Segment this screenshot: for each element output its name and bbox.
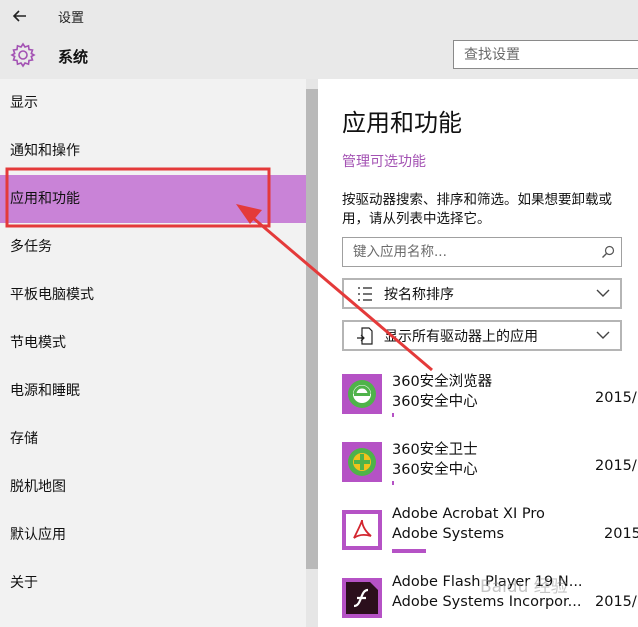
sidebar-item-power-sleep[interactable]: 电源和睡眠 [0, 367, 306, 415]
app-name: 360安全浏览器 [392, 374, 493, 390]
back-arrow-icon[interactable] [10, 6, 30, 26]
sidebar-item-storage[interactable]: 存储 [0, 415, 306, 463]
filter-drive-dropdown[interactable]: 显示所有驱动器上的应用 [342, 320, 622, 351]
adobe-acrobat-icon [342, 510, 382, 550]
sidebar-scrollbar-thumb[interactable] [306, 89, 318, 569]
description-text: 按驱动器搜索、排序和筛选。如果想要卸载或 用，请从列表中选择它。 [342, 192, 612, 227]
sort-list-icon [358, 287, 372, 301]
app-publisher: Adobe Systems [392, 526, 505, 542]
sidebar: 显示 通知和操作 应用和功能 多任务 平板电脑模式 节电模式 电源和睡眠 存储 … [0, 79, 318, 627]
settings-header: 系统 [0, 32, 638, 79]
baidu-watermark: Baidu 经验 [480, 577, 568, 597]
sort-dropdown-label: 按名称排序 [384, 287, 454, 303]
sidebar-item-offline-maps[interactable]: 脱机地图 [0, 463, 306, 511]
adobe-flash-icon [342, 578, 382, 618]
app-name: Adobe Acrobat XI Pro [392, 506, 545, 522]
sidebar-item-default-apps[interactable]: 默认应用 [0, 511, 306, 559]
sort-dropdown[interactable]: 按名称排序 [342, 278, 622, 309]
section-title: 系统 [58, 48, 89, 66]
manage-optional-features-link[interactable]: 管理可选功能 [342, 151, 426, 171]
page-title: 应用和功能 [342, 109, 462, 137]
gear-icon [10, 42, 36, 68]
settings-search-input[interactable] [454, 41, 624, 68]
sidebar-item-display[interactable]: 显示 [0, 79, 306, 127]
app-install-date: 2015/ [595, 594, 637, 610]
app-install-date: 2015/ [595, 458, 637, 474]
360-security-guard-icon [342, 442, 382, 482]
app-search-input[interactable] [343, 238, 593, 266]
title-bar: 设置 [0, 0, 638, 32]
sidebar-item-battery-saver[interactable]: 节电模式 [0, 319, 306, 367]
app-search-box[interactable] [342, 237, 622, 267]
app-list-item[interactable]: 360安全浏览器 360安全中心 2015/ [342, 370, 638, 430]
main-panel: 应用和功能 管理可选功能 按驱动器搜索、排序和筛选。如果想要卸载或 用，请从列表… [318, 79, 638, 627]
sidebar-item-notifications[interactable]: 通知和操作 [0, 127, 306, 175]
drive-filter-icon [357, 327, 373, 345]
app-size-bar [392, 413, 394, 417]
app-install-date: 2015 [604, 526, 638, 542]
app-list-item[interactable]: Adobe Acrobat XI Pro Adobe Systems 2015 [342, 506, 638, 566]
window-title: 设置 [58, 11, 85, 26]
chevron-down-icon [596, 289, 610, 297]
app-list-item[interactable]: 360安全卫士 360安全中心 2015/ [342, 438, 638, 498]
chevron-down-icon [596, 331, 610, 339]
sidebar-item-about[interactable]: 关于 [0, 559, 306, 607]
sidebar-item-tablet-mode[interactable]: 平板电脑模式 [0, 271, 306, 319]
sidebar-item-multitasking[interactable]: 多任务 [0, 223, 306, 271]
sidebar-item-apps-features[interactable]: 应用和功能 [0, 175, 306, 223]
filter-dropdown-label: 显示所有驱动器上的应用 [384, 329, 538, 345]
app-publisher: 360安全中心 [392, 394, 478, 410]
app-install-date: 2015/ [595, 390, 637, 406]
app-size-bar [392, 549, 426, 553]
settings-search-box[interactable] [453, 40, 638, 69]
app-name: 360安全卫士 [392, 442, 478, 458]
search-icon[interactable] [601, 245, 615, 259]
app-publisher: 360安全中心 [392, 462, 478, 478]
app-size-bar [392, 481, 394, 485]
360-browser-icon [342, 374, 382, 414]
